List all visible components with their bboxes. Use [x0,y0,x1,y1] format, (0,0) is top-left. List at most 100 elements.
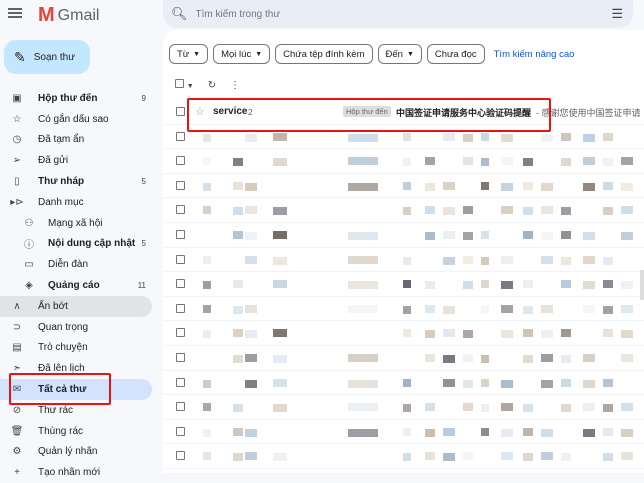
table-row[interactable] [163,248,644,273]
gmail-logo[interactable]: M Gmail [38,4,99,27]
table-row[interactable] [163,395,644,420]
sidebar-item-trash[interactable]: 🗑 Thùng rác [0,421,160,442]
scrollbar[interactable] [640,270,644,300]
blurred-content [245,231,257,240]
blurred-content [273,378,287,387]
table-row[interactable] [163,346,644,371]
blurred-content [621,353,633,362]
row-checkbox[interactable] [176,229,185,239]
blurred-content [481,427,489,436]
table-row[interactable] [163,297,644,322]
row-checkbox[interactable] [176,352,185,362]
row-checkbox[interactable] [176,279,185,289]
blurred-content [273,453,287,462]
search-input[interactable] [193,7,578,21]
filter-from-chip[interactable]: Từ ▼ [169,44,209,64]
sidebar-item-chats[interactable]: ▤ Trò chuyện [0,338,160,359]
table-row[interactable] [163,149,644,174]
blurred-content [603,305,613,314]
more-options-icon[interactable]: ⋮ [230,80,240,91]
table-row[interactable] [163,420,644,445]
mail-rows: ☆ service 2 Hộp thư đến 中国签证申请服务中心验证码提醒 … [163,100,644,469]
sidebar-item-starred[interactable]: ☆ Có gắn dấu sao [0,109,160,130]
select-all-control[interactable]: ▼ [175,79,194,91]
table-row[interactable] [163,272,644,297]
filter-to-chip[interactable]: Đến ▼ [377,44,422,64]
blurred-content [481,158,489,167]
blurred-content [603,453,613,462]
sidebar-item-categories[interactable]: ▸⊳ Danh mục [0,192,160,213]
sidebar-item-show-less[interactable]: ∧ Ẩn bớt [0,295,152,317]
sidebar-item-snoozed[interactable]: ◷ Đã tạm ẩn [0,130,160,151]
blurred-content [463,353,473,362]
filter-attachment-chip[interactable]: Chứa tệp đính kèm [275,44,373,64]
row-checkbox[interactable] [176,107,185,116]
table-row[interactable] [163,223,644,248]
row-checkbox[interactable] [176,205,185,215]
table-row[interactable] [163,174,644,199]
compose-button[interactable]: ✎ Soạn thư [4,40,90,74]
sidebar-item-social[interactable]: ⚇ Mạng xã hội [0,213,160,234]
filter-unread-chip[interactable]: Chưa đọc [426,44,485,64]
blurred-content [561,158,571,167]
search-options-icon[interactable]: ☰ [611,6,623,22]
row-checkbox[interactable] [176,254,185,264]
search-bar: 🔍︎ ☰ [163,0,633,28]
blurred-content [501,133,513,142]
sidebar-item-promotions[interactable]: ◈ Quảng cáo 11 [0,275,160,296]
row-checkbox[interactable] [176,131,185,141]
blurred-content [233,427,243,436]
sidebar-item-sent[interactable]: ➢ Đã gửi [0,150,160,171]
blurred-content [233,280,243,289]
sidebar-item-updates[interactable]: ⓘ Nội dung cập nhật 5 [0,234,160,255]
blurred-content [403,256,411,265]
table-row[interactable] [163,198,644,223]
row-checkbox[interactable] [176,328,185,338]
blurred-content [523,354,533,363]
table-row[interactable] [163,371,644,396]
row-checkbox[interactable] [176,451,185,461]
blurred-content [561,132,571,141]
select-all-checkbox[interactable] [175,79,184,88]
blurred-content [245,304,257,313]
blurred-content [273,158,287,167]
blurred-content [481,280,489,289]
blurred-content [233,329,243,338]
sidebar-item-important[interactable]: ⊃ Quan trọng [0,317,160,338]
filter-time-chip[interactable]: Mọi lúc ▼ [213,44,271,64]
blurred-content [425,452,435,461]
sidebar-item-forums[interactable]: ▭ Diễn đàn [0,254,160,275]
table-row[interactable] [163,444,644,469]
list-toolbar: ▼ ↻ ⋮ [175,79,240,91]
pencil-icon: ✎ [14,48,26,65]
row-checkbox[interactable] [176,303,185,313]
row-checkbox[interactable] [176,180,185,190]
blurred-content [621,428,633,437]
chat-icon: ▤ [12,342,22,354]
blurred-content [443,427,455,436]
row-checkbox[interactable] [176,426,185,436]
blurred-content [621,231,633,240]
blurred-content [621,330,633,339]
row-checkbox[interactable] [176,377,185,387]
blurred-content [621,304,633,313]
blurred-content [463,231,473,240]
blurred-content [541,428,553,437]
blurred-content [561,280,571,289]
blurred-content [273,207,287,216]
select-dropdown-icon[interactable]: ▼ [187,83,194,90]
row-checkbox[interactable] [176,156,185,166]
table-row[interactable] [163,321,644,346]
sidebar-item-manage-labels[interactable]: ⚙ Quản lý nhãn [0,442,160,463]
advanced-search-link[interactable]: Tìm kiếm nâng cao [494,49,575,60]
sidebar-item-drafts[interactable]: ▯ Thư nháp 5 [0,171,160,192]
main-menu-icon[interactable] [8,6,22,20]
blurred-content [348,182,378,191]
blurred-content [541,231,553,240]
row-checkbox[interactable] [176,402,185,412]
refresh-icon[interactable]: ↻ [208,80,216,91]
blurred-content [245,182,257,191]
blurred-content [443,329,455,338]
sidebar-item-inbox[interactable]: ▣ Hộp thư đến 9 [0,88,160,109]
search-icon[interactable]: 🔍︎ [171,6,188,22]
